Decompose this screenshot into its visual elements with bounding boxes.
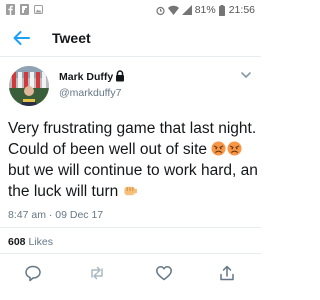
alarm-icon [156, 6, 165, 15]
likes-count: 608 [8, 236, 26, 248]
clock: 21:56 [228, 4, 255, 16]
author-handle[interactable]: @markduffy7 [59, 87, 121, 99]
avatar-image [9, 66, 49, 106]
divider [0, 227, 261, 228]
arrow-left-icon[interactable] [12, 30, 30, 46]
likes-stat[interactable]: 608 Likes [8, 236, 53, 248]
timestamp[interactable]: 8:47 am · 09 Dec 17 [8, 209, 103, 221]
flipboard-icon [20, 4, 29, 15]
page-title: Tweet [52, 30, 91, 46]
retweet-icon[interactable] [88, 264, 106, 282]
likes-label: Likes [28, 236, 53, 248]
share-icon[interactable] [218, 264, 236, 282]
image-icon [34, 5, 43, 14]
author-name[interactable]: Mark Duffy [59, 71, 113, 83]
oncoming-fist-emoji [123, 186, 137, 196]
lock-icon [116, 70, 124, 82]
signal-icon [181, 5, 192, 15]
facebook-icon [6, 4, 15, 15]
notification-icons [6, 4, 43, 15]
wifi-icon [167, 5, 179, 15]
app-bar: Tweet [0, 21, 261, 57]
like-icon[interactable] [155, 264, 173, 282]
tweet-text: Very frustrating game that last night. C… [8, 118, 258, 202]
angry-face-emoji [211, 141, 226, 156]
status-bar: 81% 21:56 [0, 0, 261, 21]
reply-icon[interactable] [24, 264, 42, 282]
angry-face-emoji [227, 141, 242, 156]
avatar[interactable] [9, 66, 49, 106]
chevron-down-icon[interactable] [240, 70, 252, 80]
battery-percent: 81% [194, 4, 216, 16]
divider [0, 253, 261, 254]
system-indicators: 81% 21:56 [156, 4, 255, 16]
battery-icon [218, 4, 225, 16]
